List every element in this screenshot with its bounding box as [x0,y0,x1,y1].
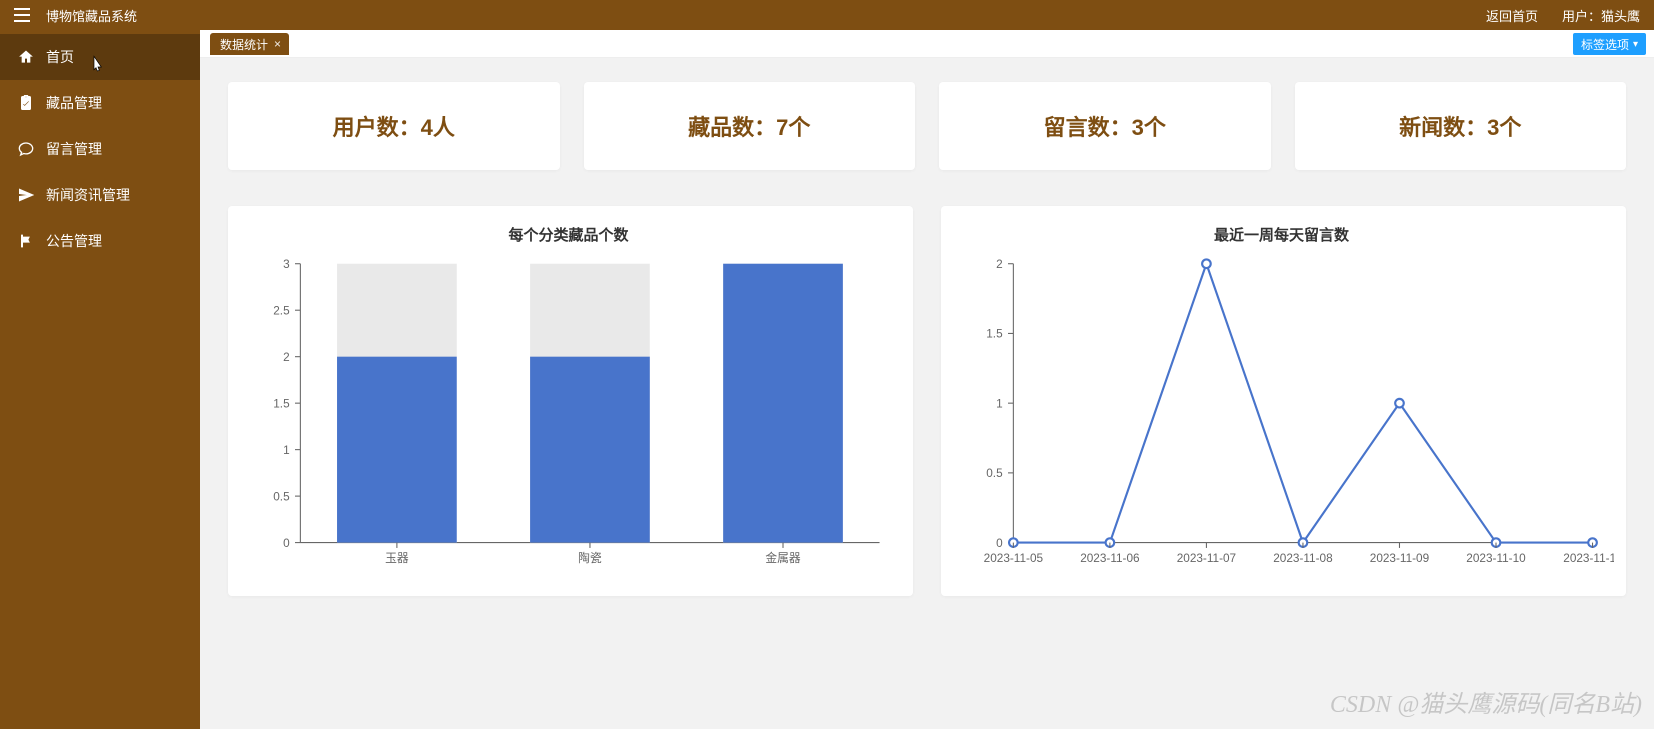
chart-card-line: 最近一周每天留言数 0 0.5 1 1.5 2 2023-11-05 2023-11-06 2… [941,206,1626,596]
stats-row: 用户数：4人藏品数：7个留言数：3个新闻数：3个 [228,82,1626,170]
tab-options-label: 标签选项 [1581,36,1629,53]
chevron-down-icon: ▾ [1633,39,1638,50]
stat-card: 藏品数：7个 [584,82,916,170]
svg-text:2023-11-08: 2023-11-08 [1273,552,1333,565]
close-icon[interactable]: × [274,37,281,51]
bar-chart: 0 0.5 1 1.5 2 2.5 3 玉器 陶瓷 金属器 [236,253,901,575]
stat-card: 新闻数：3个 [1295,82,1627,170]
content-area: 用户数：4人藏品数：7个留言数：3个新闻数：3个 每个分类藏品个数 0 0.5 1 1… [200,58,1654,729]
send-icon [18,187,34,203]
clipboard-icon [18,95,34,111]
tab-statistics[interactable]: 数据统计 × [210,33,289,55]
svg-text:玉器: 玉器 [385,552,409,565]
svg-text:3: 3 [283,258,290,271]
svg-text:2: 2 [283,351,290,364]
sidebar: 首页 藏品管理 留言管理 新闻资讯管理 公告管理 [0,30,200,729]
home-icon [18,49,34,65]
svg-text:0: 0 [996,537,1003,550]
chart-title: 每个分类藏品个数 [236,224,901,245]
sidebar-item-label: 藏品管理 [46,93,102,113]
svg-text:1.5: 1.5 [273,397,290,410]
svg-text:0: 0 [283,537,290,550]
svg-text:2023-11-06: 2023-11-06 [1080,552,1140,565]
svg-text:2.5: 2.5 [273,304,290,317]
chat-icon [18,141,34,157]
stat-card: 用户数：4人 [228,82,560,170]
tab-options-button[interactable]: 标签选项 ▾ [1573,33,1646,55]
sidebar-item-notice[interactable]: 公告管理 [0,218,200,264]
svg-text:2023-11-10: 2023-11-10 [1466,552,1526,565]
svg-text:0.5: 0.5 [273,490,290,503]
svg-text:1: 1 [283,444,290,457]
svg-text:2: 2 [996,258,1003,271]
sidebar-item-label: 首页 [46,47,74,67]
svg-text:2023-11-05: 2023-11-05 [984,552,1044,565]
chart-title: 最近一周每天留言数 [949,224,1614,245]
sidebar-item-home[interactable]: 首页 [0,34,200,80]
svg-text:1.5: 1.5 [986,328,1003,341]
line-chart: 0 0.5 1 1.5 2 2023-11-05 2023-11-06 2023-11-07 2… [949,253,1614,575]
svg-text:2023-11-09: 2023-11-09 [1370,552,1429,565]
flag-icon [18,233,34,249]
sidebar-item-news[interactable]: 新闻资讯管理 [0,172,200,218]
sidebar-item-label: 新闻资讯管理 [46,185,130,205]
topbar: 博物馆藏品系统 返回首页 用户：猫头鹰 [0,0,1654,30]
svg-text:2023-11-11: 2023-11-11 [1563,552,1614,565]
svg-text:0.5: 0.5 [986,467,1003,480]
user-label[interactable]: 用户：猫头鹰 [1562,6,1640,25]
sidebar-item-label: 公告管理 [46,231,102,251]
menu-toggle-icon[interactable] [14,8,30,22]
svg-text:1: 1 [996,397,1003,410]
sidebar-item-message[interactable]: 留言管理 [0,126,200,172]
sidebar-item-collection[interactable]: 藏品管理 [0,80,200,126]
stat-card: 留言数：3个 [939,82,1271,170]
back-home-link[interactable]: 返回首页 [1486,6,1538,25]
tab-label: 数据统计 [220,36,268,53]
tabbar: 数据统计 × 标签选项 ▾ [200,30,1654,58]
chart-card-bar: 每个分类藏品个数 0 0.5 1 1.5 2 2.5 3 玉器 陶瓷 金属器 [228,206,913,596]
svg-text:2023-11-07: 2023-11-07 [1177,552,1236,565]
app-title: 博物馆藏品系统 [46,6,137,25]
svg-text:陶瓷: 陶瓷 [578,551,602,565]
svg-text:金属器: 金属器 [765,551,801,565]
sidebar-item-label: 留言管理 [46,139,102,159]
